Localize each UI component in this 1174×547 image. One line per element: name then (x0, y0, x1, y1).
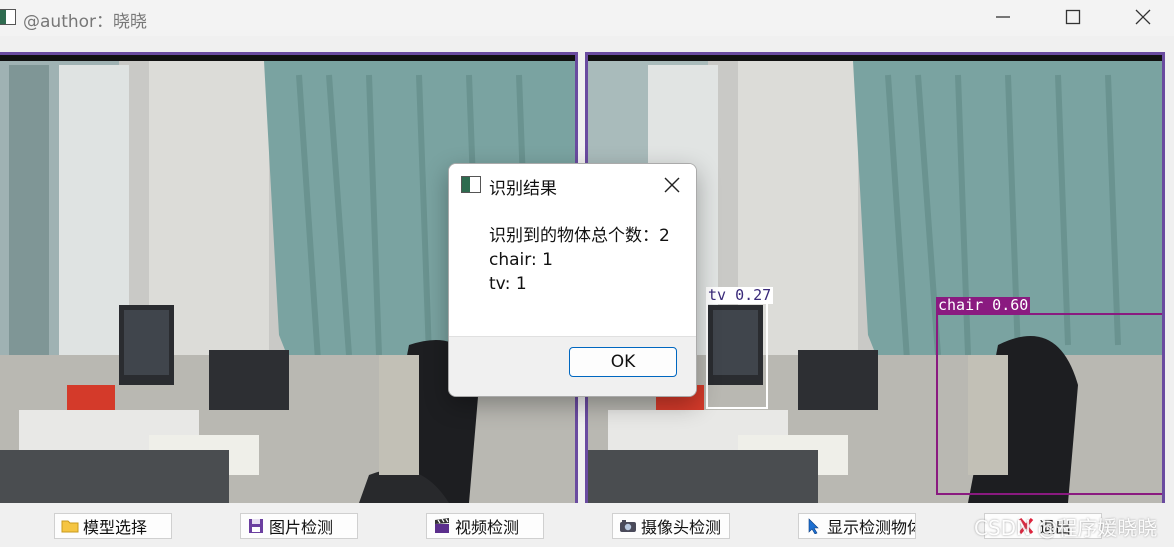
chair-detection-box (936, 313, 1162, 495)
close-icon (664, 177, 680, 193)
folder-icon (61, 520, 79, 533)
camera-detect-label: 摄像头检测 (641, 518, 722, 537)
close-icon (1135, 9, 1151, 25)
close-button[interactable] (1120, 0, 1166, 34)
select-model-button[interactable]: 模型选择 (54, 513, 172, 539)
minimize-button[interactable] (980, 0, 1026, 34)
image-detect-label: 图片检测 (269, 518, 334, 537)
dialog-close-button[interactable] (658, 171, 686, 199)
dialog-footer: OK (449, 336, 696, 396)
app-icon (0, 9, 16, 25)
dialog-title-bar: 识别结果 (449, 164, 696, 206)
maximize-button[interactable] (1050, 0, 1096, 34)
dialog-line-chair: chair: 1 (489, 250, 553, 270)
dialog-line-tv: tv: 1 (489, 274, 527, 294)
pointer-icon (808, 518, 819, 534)
save-icon (249, 519, 263, 533)
dialog-app-icon (461, 176, 481, 193)
select-model-label: 模型选择 (83, 518, 148, 537)
tv-detection-box (706, 301, 768, 409)
title-bar: @author：晓晓 (0, 0, 1174, 36)
video-detect-button[interactable]: 视频检测 (426, 513, 544, 539)
chair-detection-label: chair 0.60 (936, 296, 1031, 314)
show-detected-objects-button[interactable]: 显示检测物体 (798, 513, 916, 539)
minimize-icon (996, 16, 1010, 18)
ok-button[interactable]: OK (569, 347, 677, 377)
video-detect-label: 视频检测 (455, 518, 520, 537)
tv-detection-label: tv 0.27 (706, 286, 774, 304)
image-detect-button[interactable]: 图片检测 (240, 513, 358, 539)
watermark: CSDN @程序媛晓晓 (974, 516, 1158, 540)
clapperboard-icon (435, 518, 449, 533)
window-title: @author：晓晓 (23, 12, 148, 32)
camera-detect-button[interactable]: 摄像头检测 (612, 513, 730, 539)
camera-icon (620, 520, 636, 532)
dialog-line-total: 识别到的物体总个数：2 (489, 226, 670, 246)
dialog-message: 识别到的物体总个数：2 chair: 1 tv: 1 (489, 224, 670, 296)
maximize-icon (1065, 9, 1081, 25)
show-detected-objects-label: 显示检测物体 (827, 518, 916, 537)
dialog-title: 识别结果 (489, 179, 557, 199)
result-dialog: 识别结果 识别到的物体总个数：2 chair: 1 tv: 1 OK (448, 163, 697, 397)
